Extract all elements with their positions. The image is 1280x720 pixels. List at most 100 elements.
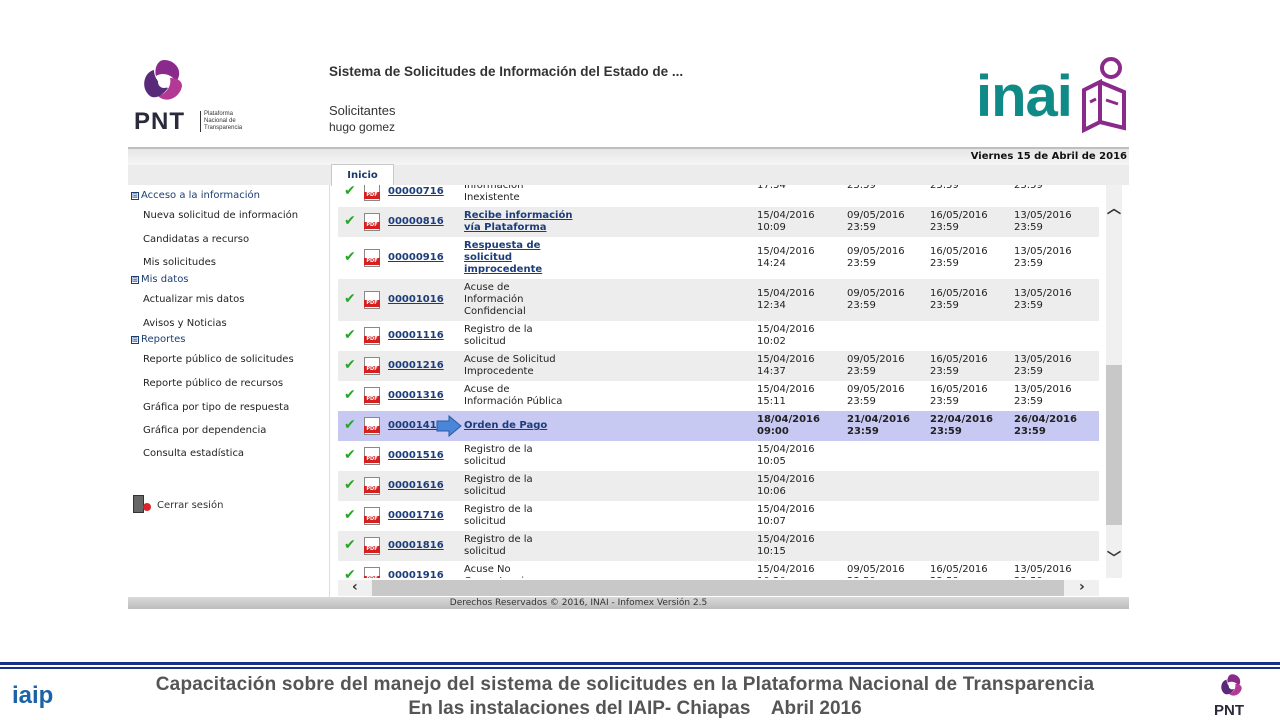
status-check-icon: ✔ (344, 387, 356, 403)
user-role: Solicitantes (329, 103, 396, 118)
pdf-icon[interactable]: PDF (364, 249, 380, 267)
table-row[interactable]: ✔ PDF 00001516 Registro de la solicitud 15/04… (338, 441, 1099, 471)
scroll-down-icon[interactable]: ﹀ (1107, 548, 1121, 568)
pdf-icon[interactable]: PDF (364, 477, 380, 495)
vertical-scroll-thumb[interactable] (1106, 365, 1122, 525)
pdf-icon[interactable]: PDF (364, 507, 380, 525)
date-cell: 13/05/201623:59 (1014, 354, 1072, 377)
date-cell: 15/04/2016 10:02 (757, 324, 815, 347)
user-name: hugo gomez (329, 120, 396, 134)
folio-link[interactable]: 00001016 (388, 294, 444, 306)
sidebar-item-avisos-noticias[interactable]: Avisos y Noticias (143, 318, 227, 329)
date-cell: 15/04/2016 10:05 (757, 444, 815, 467)
date-cell: 18/04/2016 09:00 (757, 414, 820, 437)
status-description: Registro de la solicitud (464, 444, 533, 467)
folio-link[interactable]: 00001716 (388, 510, 444, 522)
folio-link[interactable]: 00001616 (388, 480, 444, 492)
status-check-icon: ✔ (344, 417, 356, 433)
table-row[interactable]: ✔ PDF 00000916 Respuesta de solicitud improce… (338, 237, 1099, 279)
pdf-icon[interactable]: PDF (364, 213, 380, 231)
sidebar-item-grafica-dependencia[interactable]: Gráfica por dependencia (143, 425, 266, 436)
sidebar-item-mis-solicitudes[interactable]: Mis solicitudes (143, 257, 216, 268)
date-cell: 23:59 (1014, 185, 1043, 191)
status-description[interactable]: Respuesta de solicitud improcedente (464, 240, 574, 276)
folio-link[interactable]: 00001316 (388, 390, 444, 402)
date-cell: 09/05/201623:59 (847, 246, 905, 269)
date-cell: 16/05/201623:59 (930, 246, 988, 269)
table-row[interactable]: ✔ PDF 00000716 Información Inexistente 17:54 2… (338, 185, 1099, 207)
horizontal-scroll-thumb[interactable] (372, 580, 1064, 596)
pdf-icon[interactable]: PDF (364, 185, 380, 201)
table-row[interactable]: ✔ PDF 00001116 Registro de la solicitud 15/04… (338, 321, 1099, 351)
expand-icon: ⊞ (131, 191, 139, 200)
folio-link[interactable]: 00001916 (388, 570, 444, 578)
status-description: Acuse NoCompetencia (464, 564, 530, 578)
table-row[interactable]: ✔ PDF 00000816 Recibe información vía Plataf… (338, 207, 1099, 237)
logout-door-icon (131, 494, 153, 516)
pdf-icon[interactable]: PDF (364, 537, 380, 555)
table-row[interactable]: ✔ PDF 00001916 Acuse NoCompetencia 15/04/201… (338, 561, 1099, 578)
sidebar-section-reportes[interactable]: ⊞ Reportes (131, 334, 186, 345)
sidebar-item-grafica-respuesta[interactable]: Gráfica por tipo de respuesta (143, 402, 289, 413)
date-cell: 09/05/201623:59 (847, 210, 905, 233)
status-check-icon: ✔ (344, 357, 356, 373)
date-cell: 23:59 (847, 185, 876, 191)
date-cell: 09/05/201623:59 (847, 354, 905, 377)
sidebar-section-mis-datos[interactable]: ⊞ Mis datos (131, 274, 189, 285)
date-cell: 26/04/2016 23:59 (1014, 414, 1077, 437)
status-description: Registro de la solicitud (464, 504, 533, 527)
date-cell: 16/05/201623:59 (930, 288, 988, 311)
folio-link[interactable]: 00001516 (388, 450, 444, 462)
date-cell: 13/05/201623:59 (1014, 384, 1072, 407)
pdf-icon[interactable]: PDF (364, 447, 380, 465)
folio-link[interactable]: 00001116 (388, 330, 444, 342)
date-cell: 16/05/201623:59 (930, 210, 988, 233)
date-cell: 21/04/2016 23:59 (847, 414, 910, 437)
status-check-icon: ✔ (344, 327, 356, 343)
sidebar-item-candidatas-recurso[interactable]: Candidatas a recurso (143, 234, 249, 245)
sidebar-item-reporte-recursos[interactable]: Reporte público de recursos (143, 378, 283, 389)
sidebar-item-consulta-estadistica[interactable]: Consulta estadística (143, 448, 244, 459)
status-check-icon: ✔ (344, 249, 356, 265)
scroll-left-icon[interactable]: ‹ (352, 579, 358, 595)
pdf-icon[interactable]: PDF (364, 291, 380, 309)
date-cell: 15/04/2016 14:37 (757, 354, 815, 377)
scroll-up-icon[interactable]: ︿ (1107, 198, 1121, 218)
scroll-right-icon[interactable]: › (1079, 579, 1085, 595)
status-description[interactable]: Recibe información vía Plataforma (464, 210, 574, 234)
sidebar-item-reporte-solicitudes[interactable]: Reporte público de solicitudes (143, 354, 294, 365)
status-description: Acuse de Información Pública (464, 384, 563, 407)
pdf-icon[interactable]: PDF (364, 357, 380, 375)
status-description: Registro de la solicitud (464, 534, 533, 557)
status-description: Registro de la solicitud (464, 324, 533, 347)
date-cell: 23:59 (930, 185, 959, 191)
pdf-icon[interactable]: PDF (364, 417, 380, 435)
folio-link[interactable]: 00001816 (388, 540, 444, 552)
pdf-icon[interactable]: PDF (364, 567, 380, 578)
folio-link[interactable]: 00000816 (388, 216, 444, 228)
pdf-icon[interactable]: PDF (364, 387, 380, 405)
status-check-icon: ✔ (344, 185, 356, 199)
date-cell: 15/04/2016 12:34 (757, 288, 815, 311)
folio-link[interactable]: 00000716 (388, 186, 444, 198)
table-row[interactable]: ✔ PDF 00001016 Acuse de Información Confidenc… (338, 279, 1099, 321)
sidebar-item-actualizar-datos[interactable]: Actualizar mis datos (143, 294, 244, 305)
table-row[interactable]: ✔ PDF 00001716 Registro de la solicitud 15/04… (338, 501, 1099, 531)
sidebar-section-acceso[interactable]: ⊞ Acceso a la información (131, 190, 260, 201)
tab-inicio[interactable]: Inicio (331, 164, 394, 186)
logout-link[interactable]: Cerrar sesión (131, 494, 223, 516)
sidebar-item-nueva-solicitud[interactable]: Nueva solicitud de información (143, 210, 298, 221)
table-row[interactable]: ✔ PDF 00001216 Acuse de Solicitud Improceden… (338, 351, 1099, 381)
status-check-icon: ✔ (344, 213, 356, 229)
date-cell: 15/04/2016 10:15 (757, 534, 815, 557)
status-check-icon: ✔ (344, 537, 356, 553)
pdf-icon[interactable]: PDF (364, 327, 380, 345)
table-row[interactable]: ✔ PDF 00001816 Registro de la solicitud 15/04… (338, 531, 1099, 561)
folio-link[interactable]: 00001216 (388, 360, 444, 372)
date-cell: 13/05/201623:59 (1014, 246, 1072, 269)
status-description[interactable]: Orden de Pago (464, 420, 574, 432)
table-row[interactable]: ✔ PDF 00001616 Registro de la solicitud 15/04… (338, 471, 1099, 501)
table-row[interactable]: ✔ PDF 00001316 Acuse de Información Pública 1… (338, 381, 1099, 411)
inai-logo-text: inai (976, 64, 1073, 129)
folio-link[interactable]: 00000916 (388, 252, 444, 264)
